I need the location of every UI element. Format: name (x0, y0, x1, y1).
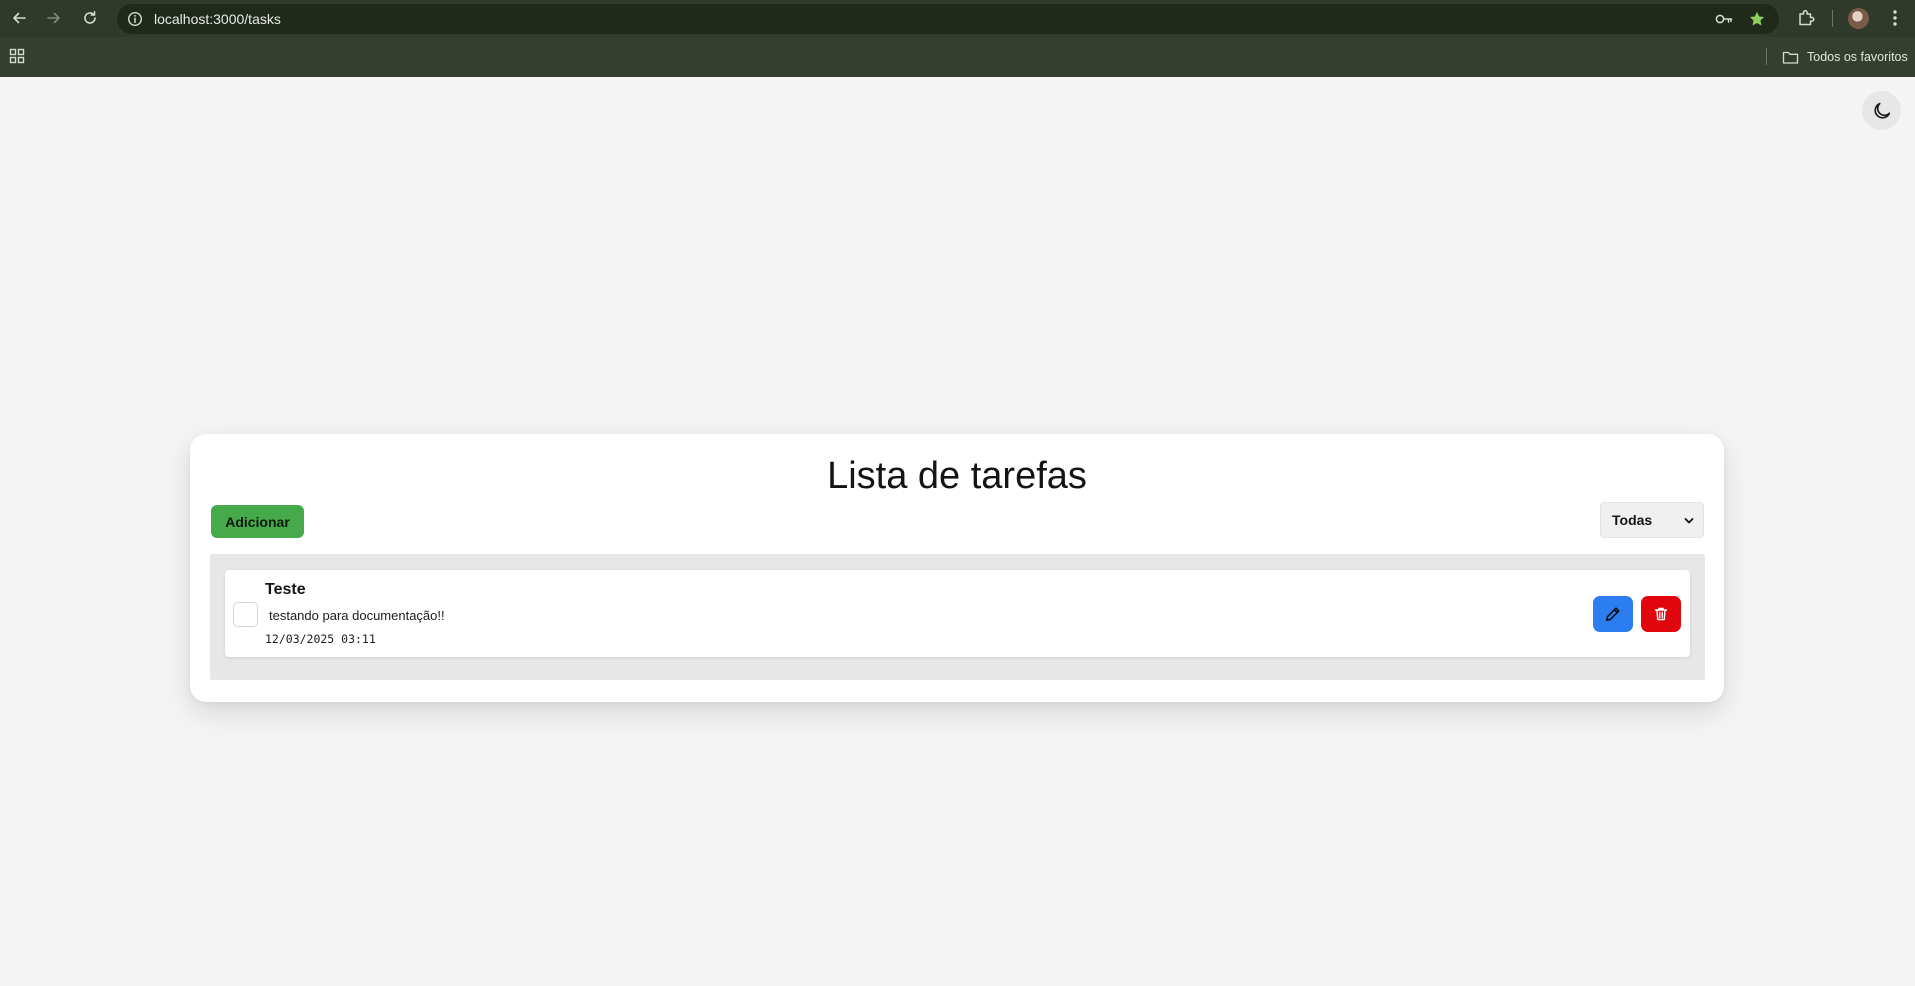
tasks-card: Lista de tarefas Adicionar Todas Teste t… (190, 434, 1724, 702)
forward-button[interactable] (43, 7, 65, 29)
reload-button[interactable] (79, 7, 101, 29)
task-complete-checkbox[interactable] (233, 602, 258, 627)
toolbar-divider (1832, 10, 1833, 27)
moon-icon (1873, 102, 1890, 119)
apps-grid-icon[interactable] (9, 48, 25, 64)
profile-avatar[interactable] (1848, 8, 1869, 29)
reload-icon (84, 11, 96, 24)
task-item: Teste testando para documentação!! 12/03… (225, 570, 1690, 657)
trash-icon (1654, 607, 1668, 621)
bookmarks-divider (1766, 48, 1767, 65)
theme-toggle-button[interactable] (1862, 91, 1901, 130)
back-button[interactable] (8, 7, 30, 29)
address-bar[interactable]: localhost:3000/tasks (117, 4, 1779, 34)
url-text[interactable]: localhost:3000/tasks (154, 4, 281, 34)
back-icon (13, 12, 26, 24)
task-title: Teste (265, 581, 306, 598)
task-description: testando para documentação!! (269, 608, 445, 623)
pencil-icon (1605, 607, 1620, 622)
browser-toolbar: localhost:3000/tasks (0, 0, 1915, 37)
page-title: Lista de tarefas (827, 455, 1087, 497)
folder-icon (1782, 51, 1799, 64)
password-key-icon[interactable] (1715, 11, 1733, 27)
forward-icon (47, 12, 60, 24)
bookmark-star-icon[interactable] (1748, 10, 1766, 28)
menu-dots-icon[interactable] (1888, 8, 1902, 28)
task-date: 12/03/2025 03:11 (265, 632, 376, 646)
edit-task-button[interactable] (1593, 596, 1633, 632)
chevron-down-icon (1684, 518, 1694, 524)
filter-selected-value: Todas (1612, 512, 1653, 528)
bookmarks-bar: Todos os favoritos (0, 37, 1915, 77)
extensions-icon[interactable] (1796, 8, 1816, 28)
site-info-icon[interactable] (127, 11, 143, 27)
all-bookmarks-label: Todos os favoritos (1807, 50, 1908, 64)
all-bookmarks-folder[interactable]: Todos os favoritos (1782, 47, 1908, 67)
task-list: Teste testando para documentação!! 12/03… (210, 554, 1705, 680)
delete-task-button[interactable] (1641, 596, 1681, 632)
add-task-button[interactable]: Adicionar (211, 505, 304, 538)
filter-select[interactable]: Todas (1600, 502, 1704, 538)
